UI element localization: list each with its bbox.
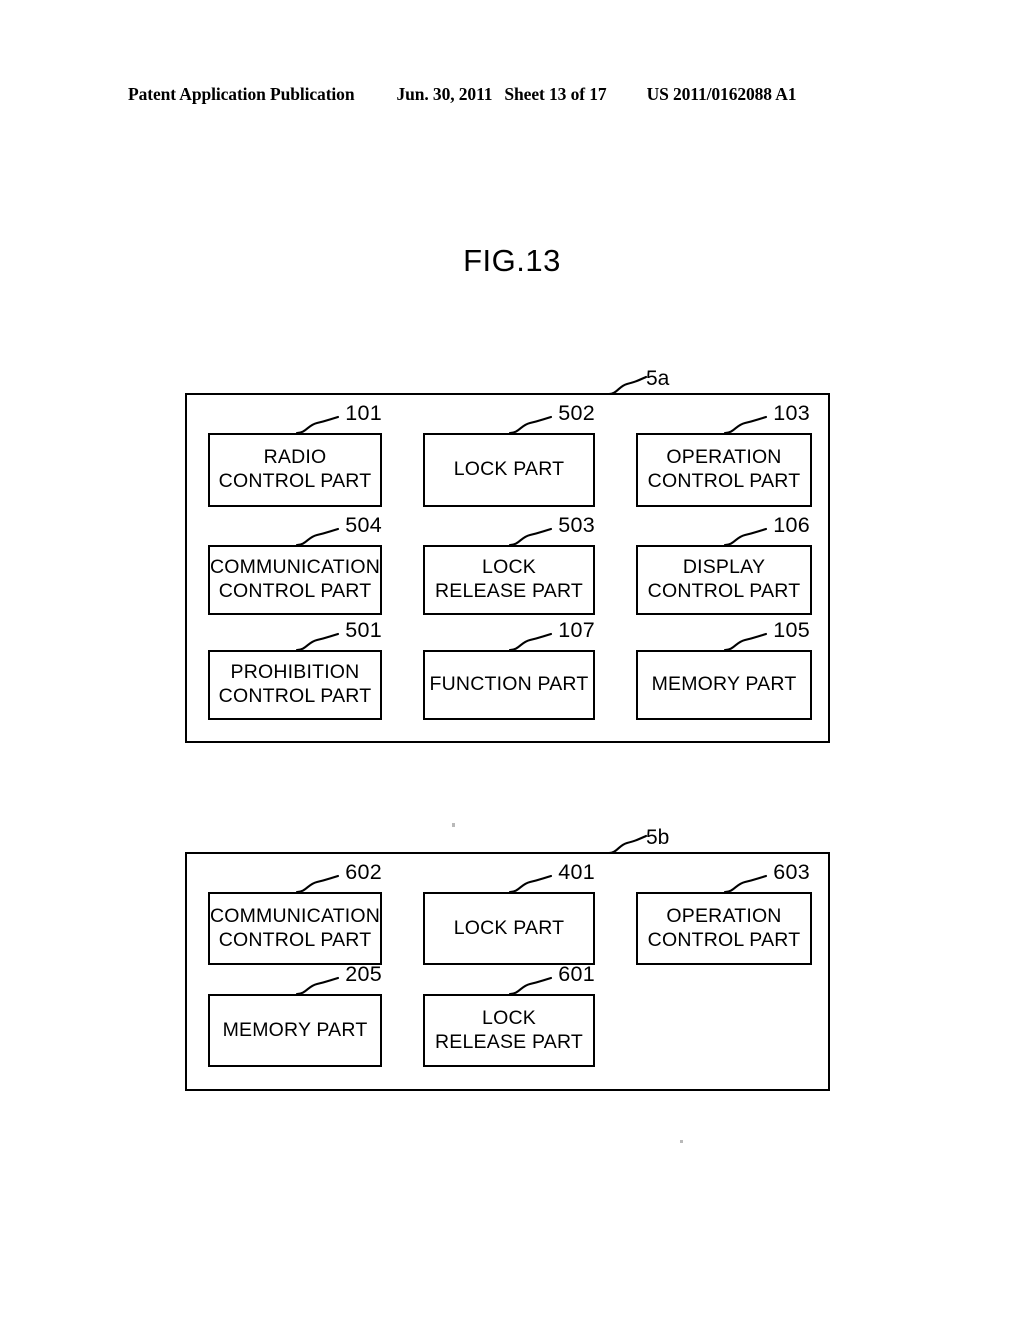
- part-box-communication-control-part[interactable]: COMMUNICATION CONTROL PART: [208, 545, 382, 615]
- container-reference-5a-text: 5a: [646, 367, 670, 390]
- reference-numeral-text: 106: [773, 513, 810, 537]
- part-box-function-part[interactable]: FUNCTION PART: [423, 650, 595, 720]
- reference-numeral-text: 602: [345, 860, 382, 884]
- part-box-label: RADIO CONTROL PART: [218, 446, 372, 492]
- part-box-operation-control-part-5b[interactable]: OPERATION CONTROL PART: [636, 892, 812, 965]
- reference-numeral-text: 503: [558, 513, 595, 537]
- part-box-prohibition-control-part[interactable]: PROHIBITION CONTROL PART: [208, 650, 382, 720]
- scan-speck: [452, 823, 455, 827]
- part-box-label: MEMORY PART: [651, 673, 797, 696]
- page-header: Patent Application Publication Jun. 30, …: [128, 84, 896, 110]
- reference-numeral-text: 601: [558, 962, 595, 986]
- part-box-operation-control-part[interactable]: OPERATION CONTROL PART: [636, 433, 812, 507]
- part-box-label: LOCK RELEASE PART: [435, 556, 583, 602]
- reference-numeral-text: 603: [773, 860, 810, 884]
- reference-numeral-text: 502: [558, 401, 595, 425]
- part-box-lock-release-part[interactable]: LOCK RELEASE PART: [423, 545, 595, 615]
- figure-title: FIG.13: [463, 243, 561, 278]
- part-box-label: FUNCTION PART: [429, 673, 589, 696]
- scan-speck: [680, 1140, 683, 1143]
- part-box-lock-release-part-5b[interactable]: LOCK RELEASE PART: [423, 994, 595, 1067]
- reference-numeral-text: 504: [345, 513, 382, 537]
- part-box-label: LOCK PART: [453, 916, 565, 939]
- part-box-label: COMMUNICATION CONTROL PART: [209, 556, 381, 602]
- part-box-lock-part[interactable]: LOCK PART: [423, 433, 595, 507]
- part-box-radio-control-part[interactable]: RADIO CONTROL PART: [208, 433, 382, 507]
- part-box-display-control-part[interactable]: DISPLAY CONTROL PART: [636, 545, 812, 615]
- reference-numeral-text: 103: [773, 401, 810, 425]
- part-box-label: COMMUNICATION CONTROL PART: [209, 904, 381, 951]
- container-reference-5b-text: 5b: [646, 826, 670, 849]
- header-document-number: US 2011/0162088 A1: [646, 84, 797, 104]
- header-sheet-text: Sheet 13 of 17: [504, 84, 607, 104]
- reference-numeral-text: 105: [773, 618, 810, 642]
- part-box-label: OPERATION CONTROL PART: [647, 904, 801, 951]
- header-date-text: Jun. 30, 2011: [396, 84, 493, 104]
- part-box-label: PROHIBITION CONTROL PART: [218, 661, 372, 707]
- part-box-label: DISPLAY CONTROL PART: [647, 556, 801, 602]
- part-box-label: OPERATION CONTROL PART: [647, 446, 801, 492]
- diagram-block-5a: RADIO CONTROL PART 101 LOCK PART 502 OPE…: [185, 393, 830, 743]
- header-publication-text: Patent Application Publication: [128, 84, 355, 104]
- part-box-label: MEMORY PART: [222, 1018, 368, 1041]
- part-box-memory-part-5b[interactable]: MEMORY PART: [208, 994, 382, 1067]
- reference-numeral-text: 401: [558, 860, 595, 884]
- reference-numeral-text: 107: [558, 618, 595, 642]
- part-box-communication-control-part-5b[interactable]: COMMUNICATION CONTROL PART: [208, 892, 382, 965]
- part-box-label: LOCK PART: [453, 458, 565, 481]
- reference-numeral-text: 501: [345, 618, 382, 642]
- part-box-memory-part[interactable]: MEMORY PART: [636, 650, 812, 720]
- part-box-label: LOCK RELEASE PART: [435, 1006, 583, 1053]
- diagram-block-5b: COMMUNICATION CONTROL PART 602 LOCK PART…: [185, 852, 830, 1091]
- reference-numeral-text: 205: [345, 962, 382, 986]
- reference-numeral-text: 101: [345, 401, 382, 425]
- part-box-lock-part-5b[interactable]: LOCK PART: [423, 892, 595, 965]
